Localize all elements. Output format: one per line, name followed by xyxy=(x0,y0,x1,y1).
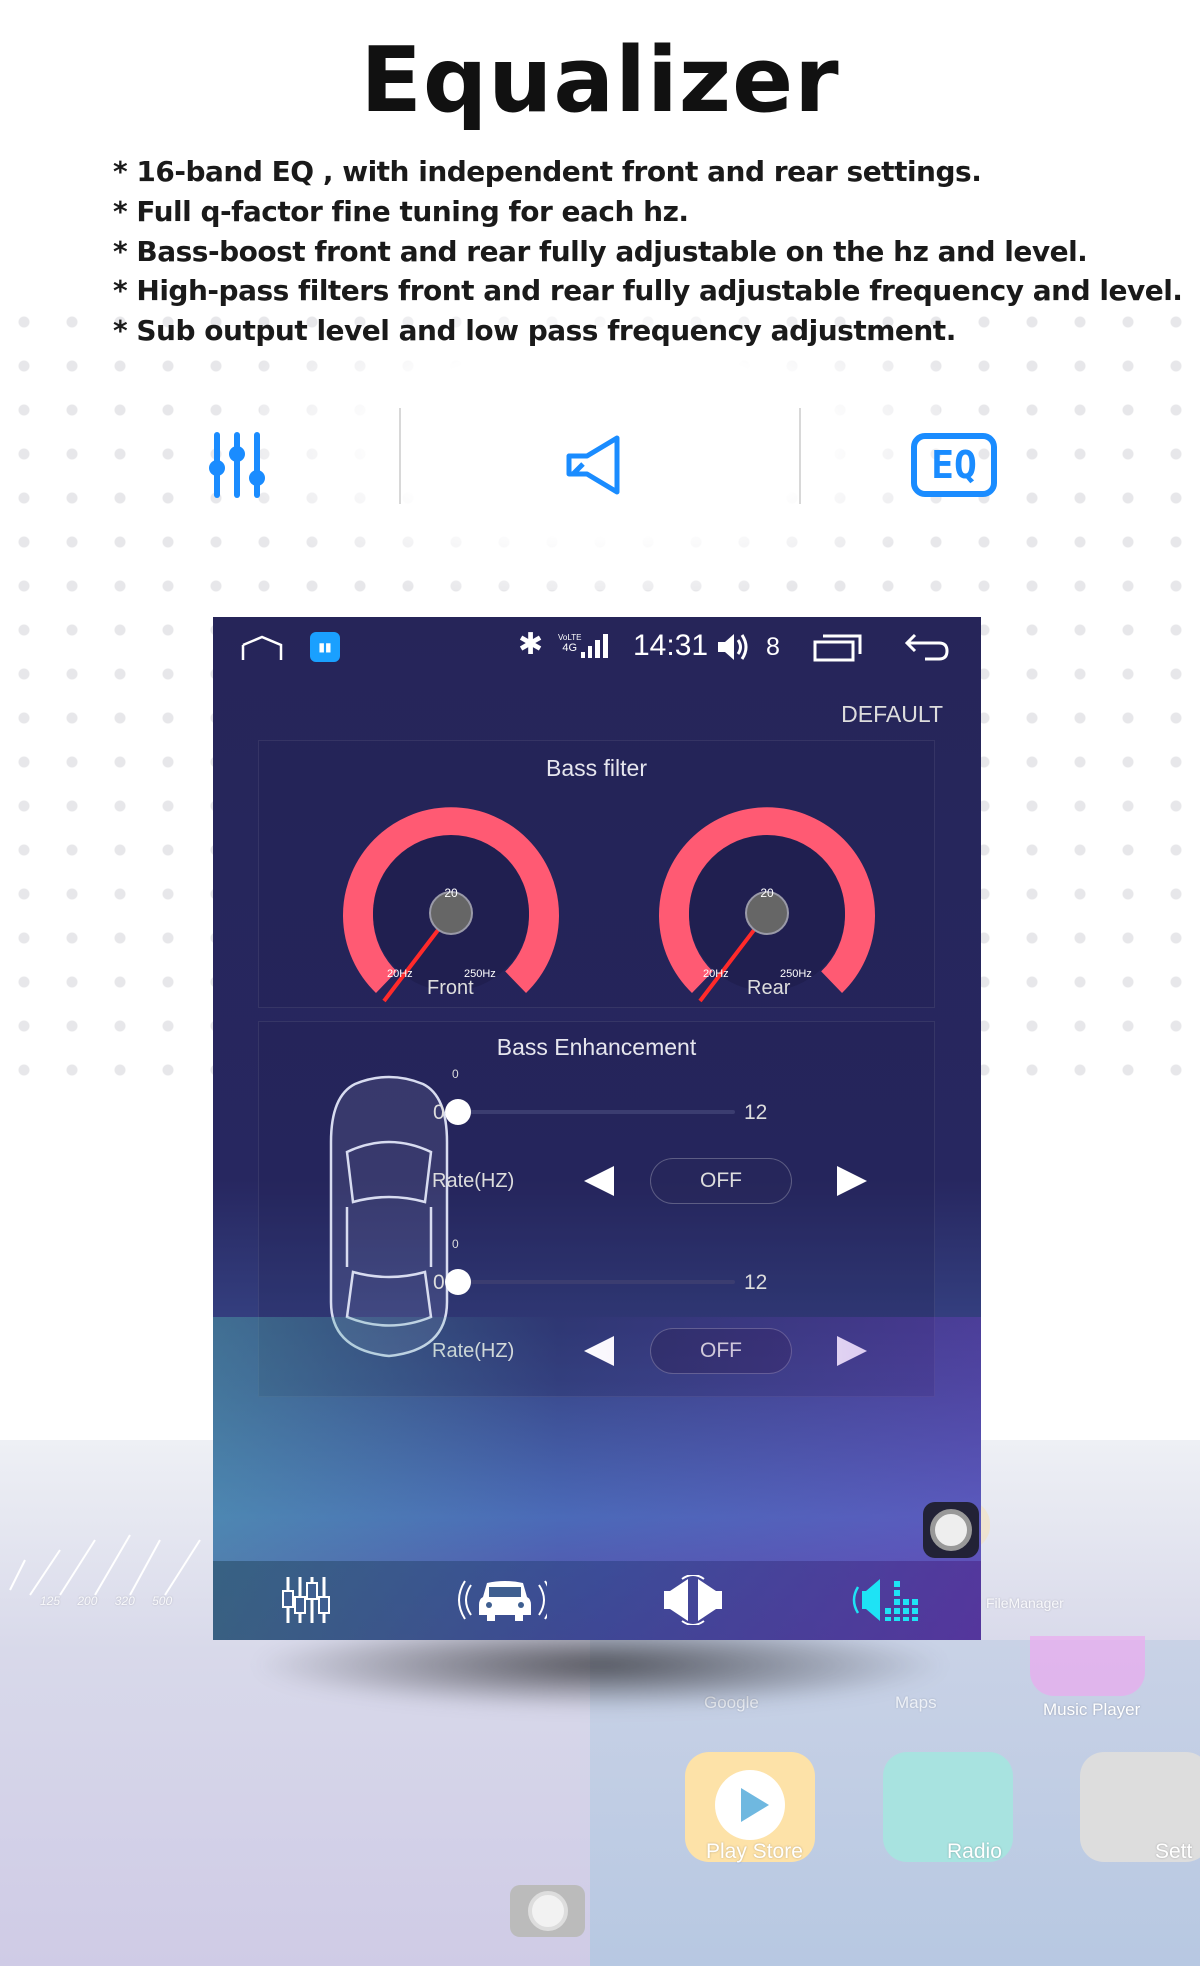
rate-label: Rate(HZ) xyxy=(432,1340,515,1362)
speaker-icon xyxy=(554,425,634,505)
car-surround-icon xyxy=(458,1580,547,1621)
recent-apps-icon[interactable] xyxy=(813,633,863,663)
rear-level-slider[interactable] xyxy=(455,1280,735,1284)
front-level-slider[interactable] xyxy=(455,1110,735,1114)
network-indicator: VoLTE 4G xyxy=(558,633,582,654)
front-min-label: 20Hz xyxy=(387,968,413,980)
bg-app-label: FileManager xyxy=(986,1595,1064,1611)
rate-increase-button[interactable] xyxy=(837,1336,867,1366)
bass-filter-title: Bass filter xyxy=(546,755,647,781)
clock: 14:31 xyxy=(633,629,709,662)
bg-app-label: Sett xyxy=(1155,1840,1193,1863)
slider-value: 0 xyxy=(452,1237,459,1251)
feature-bullet: * Sub output level and low pass frequenc… xyxy=(113,314,956,348)
rate-increase-button[interactable] xyxy=(837,1166,867,1196)
nav-car-surround[interactable] xyxy=(457,1569,547,1631)
rear-min-label: 20Hz xyxy=(703,968,729,980)
rate-decrease-button[interactable] xyxy=(584,1166,614,1196)
nav-bass-speaker[interactable] xyxy=(840,1569,930,1631)
volume-icon[interactable] xyxy=(716,631,750,663)
rear-gauge[interactable] xyxy=(659,807,875,1003)
divider xyxy=(799,408,801,504)
slider-max: 12 xyxy=(744,1101,768,1124)
slider-max: 12 xyxy=(744,1271,768,1294)
equalizer-icon xyxy=(282,1577,330,1623)
feature-list: * 16-band EQ , with independent front an… xyxy=(113,152,1183,351)
rate-value[interactable]: OFF xyxy=(650,1158,792,1204)
volume-level: 8 xyxy=(766,633,780,661)
signal-icon xyxy=(581,634,608,658)
nav-equalizer[interactable] xyxy=(263,1569,353,1631)
feature-bullet: * High-pass filters front and rear fully… xyxy=(113,274,1183,308)
bg-eq-lines xyxy=(9,1534,201,1596)
home-icon[interactable] xyxy=(241,635,283,661)
slider-min: 0 xyxy=(433,1101,445,1124)
head-unit-screen: ▮▮ ✱ VoLTE 4G 14:31 8 DEFAULT Bass filter xyxy=(213,617,981,1640)
feature-bullet: * Bass-boost front and rear fully adjust… xyxy=(113,234,1088,268)
eq-badge-icon: EQ xyxy=(908,425,1000,505)
eq-badge-text: EQ xyxy=(911,433,997,497)
back-icon[interactable] xyxy=(903,631,951,663)
front-level-slider-knob[interactable] xyxy=(445,1099,471,1125)
bass-speaker-icon xyxy=(852,1579,918,1621)
bg-assistive-button xyxy=(510,1885,585,1937)
assistive-touch-button[interactable] xyxy=(923,1502,979,1558)
nav-speaker-balance[interactable] xyxy=(648,1569,738,1631)
feature-bullet: * 16-band EQ , with independent front an… xyxy=(113,155,982,188)
bass-enhancement-title: Bass Enhancement xyxy=(496,1034,697,1060)
bg-music-player-icon xyxy=(1030,1636,1145,1696)
rear-gauge-value: 20 xyxy=(760,886,774,900)
front-gauge[interactable] xyxy=(343,807,559,1003)
rate-value[interactable]: OFF xyxy=(650,1328,792,1374)
equalizer-sliders-icon xyxy=(197,425,277,505)
eq-app-icon[interactable]: ▮▮ xyxy=(310,632,340,662)
bg-eq-ticks: 125 200 320 500 xyxy=(40,1594,173,1608)
feature-bullet: * Full q-factor fine tuning for each hz. xyxy=(113,194,689,228)
default-button[interactable]: DEFAULT xyxy=(841,701,943,728)
bluetooth-icon: ✱ xyxy=(518,628,544,661)
bg-app-label: Play Store xyxy=(706,1840,803,1863)
bass-filter-panel: Bass filter 20 20Hz 250Hz Front 20 20Hz … xyxy=(258,740,935,1008)
front-gauge-label: Front xyxy=(427,977,474,999)
page-title: Equalizer xyxy=(360,28,840,133)
front-gauge-value: 20 xyxy=(444,886,458,900)
divider xyxy=(399,408,401,504)
bottom-nav xyxy=(213,1561,981,1640)
rate-decrease-button[interactable] xyxy=(584,1336,614,1366)
rate-label: Rate(HZ) xyxy=(432,1170,515,1192)
rear-level-slider-knob[interactable] xyxy=(445,1269,471,1295)
speaker-balance-icon xyxy=(664,1575,722,1625)
bg-app-label: Music Player xyxy=(1043,1700,1141,1719)
bass-enhancement-panel: Bass Enhancement 0 0 12 Rate(HZ) OFF 0 0… xyxy=(258,1021,935,1397)
status-bar: ▮▮ ✱ VoLTE 4G 14:31 8 xyxy=(213,617,981,677)
rear-gauge-label: Rear xyxy=(747,977,791,999)
bg-app-label: Radio xyxy=(947,1840,1002,1863)
slider-min: 0 xyxy=(433,1271,445,1294)
slider-value: 0 xyxy=(452,1067,459,1081)
